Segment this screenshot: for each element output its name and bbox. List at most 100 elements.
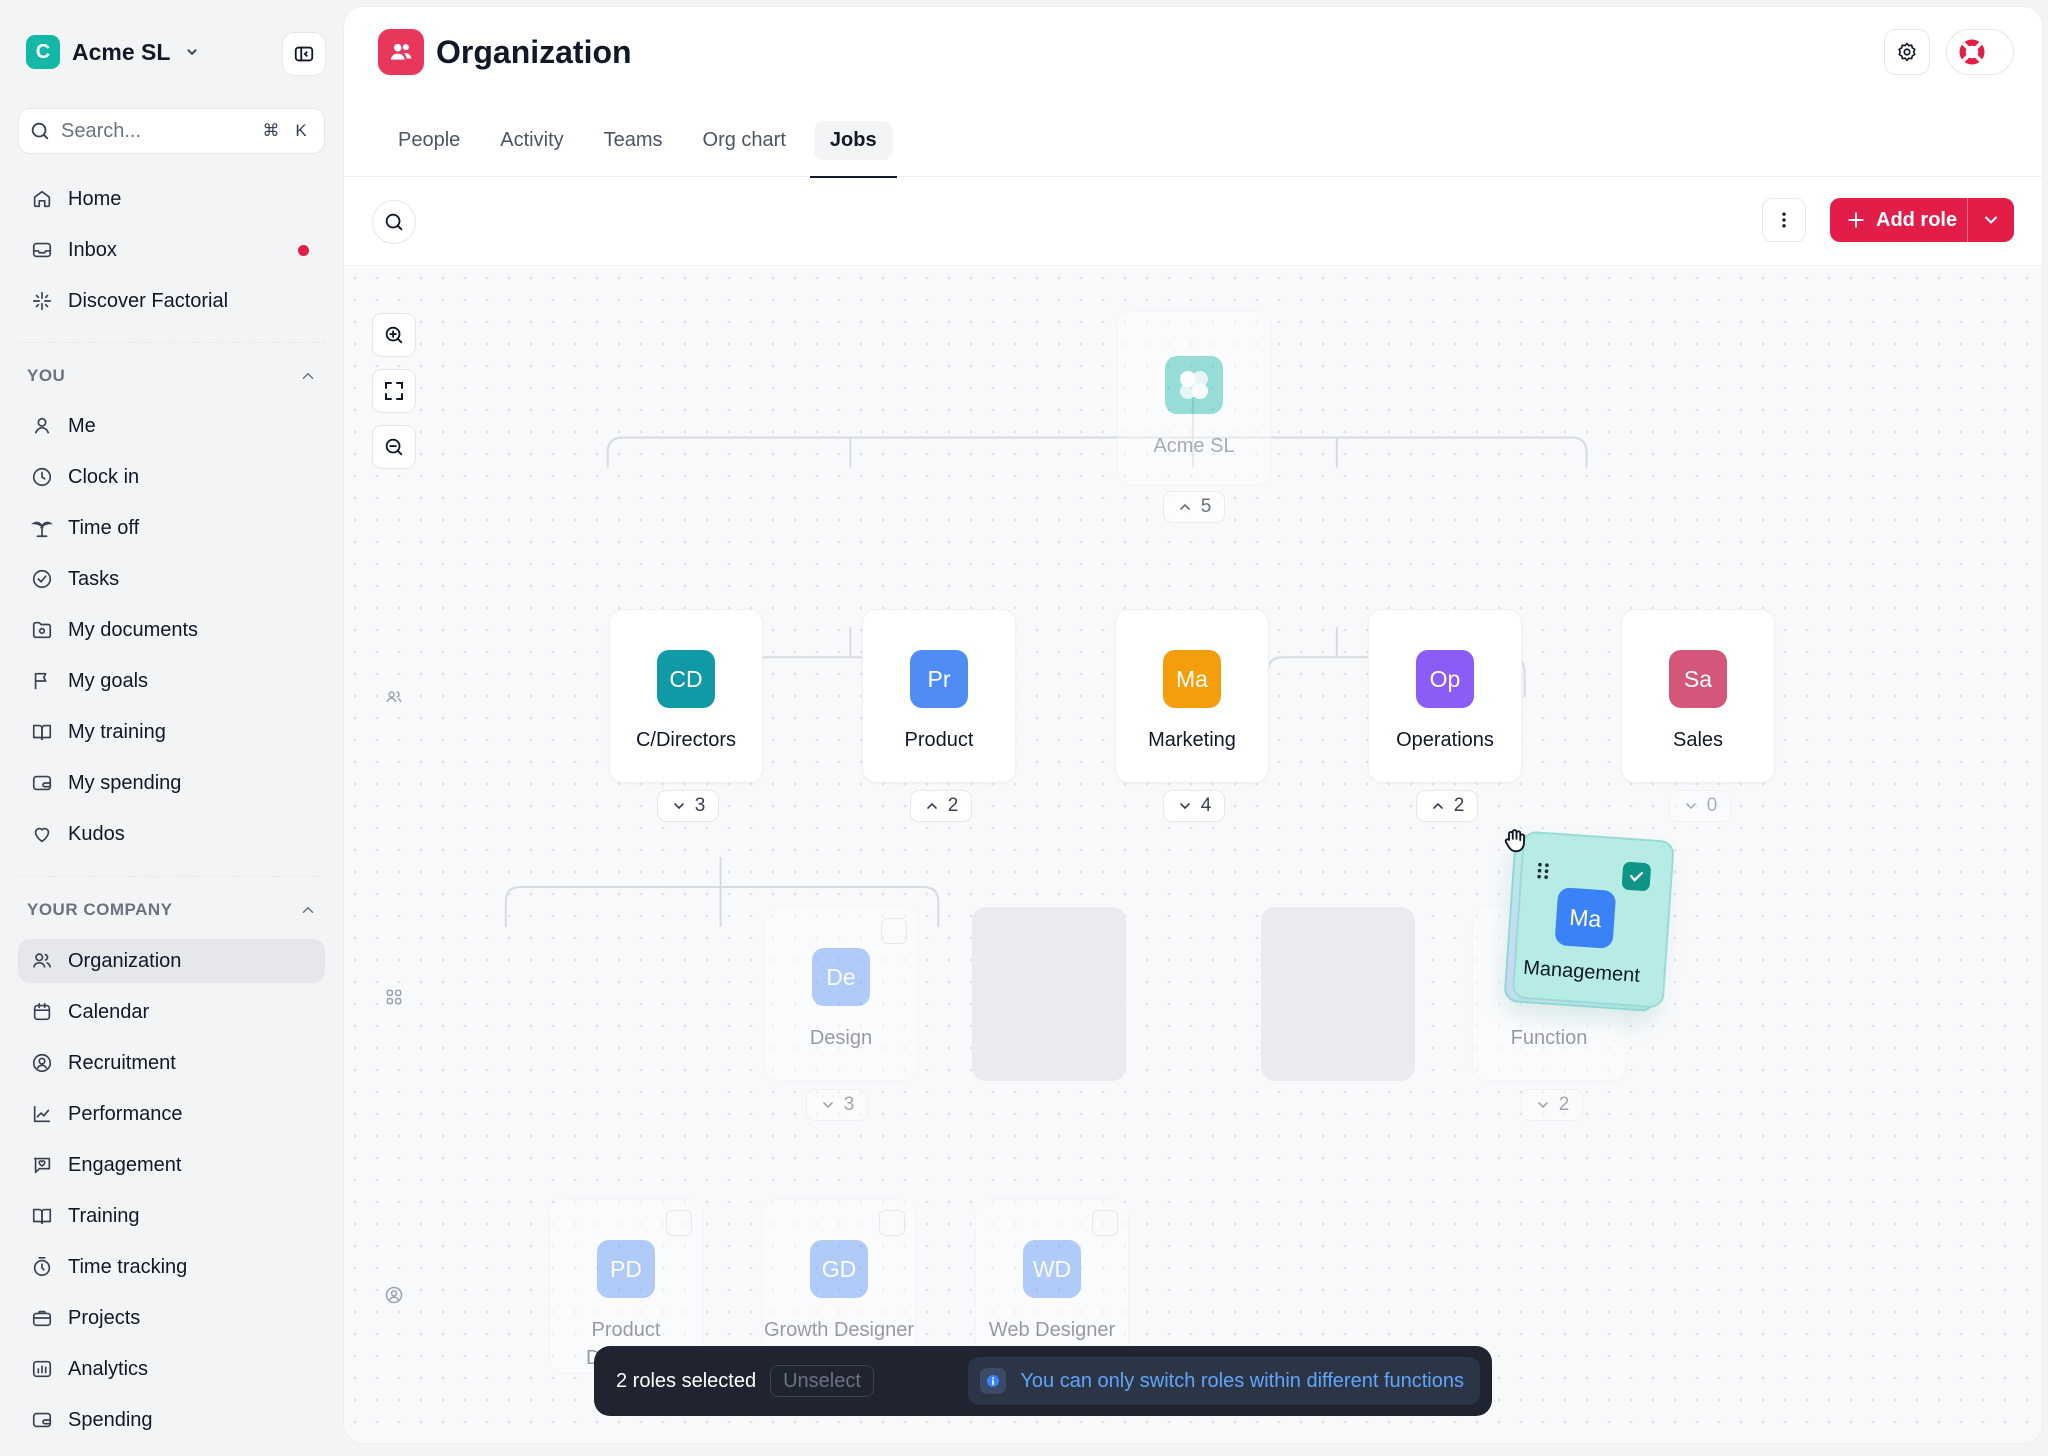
tab-label: People	[398, 129, 461, 151]
sidebar-item-me[interactable]: Me	[18, 404, 325, 448]
sidebar-toggle-icon	[294, 46, 314, 62]
home-icon	[30, 187, 54, 211]
sidebar-item-time-off[interactable]: Time off	[18, 506, 325, 550]
collapse-toggle-design[interactable]: 3	[806, 1089, 868, 1121]
chevron-down-icon	[1685, 803, 1696, 810]
select-checkbox[interactable]	[666, 1210, 692, 1236]
sidebar-item-label: My documents	[68, 618, 199, 641]
node-avatar: Sa	[1669, 650, 1727, 708]
search-button[interactable]	[372, 200, 416, 244]
main-panel: Organization People Activity Teams Org c…	[343, 6, 2043, 1444]
collapse-toggle-product[interactable]: 2	[910, 790, 972, 822]
tab-bar: People Activity Teams Org chart Jobs	[378, 115, 897, 178]
dragged-role-card[interactable]: Ma Management	[1503, 830, 1675, 1013]
tab-label: Jobs	[813, 121, 893, 160]
sidebar-item-analytics[interactable]: Analytics	[18, 1347, 325, 1391]
add-role-main[interactable]: Add role	[1830, 198, 1968, 242]
child-count: 3	[843, 1094, 855, 1115]
kebab-icon	[1782, 212, 1786, 228]
function-node-product[interactable]: Pr Product	[862, 609, 1016, 783]
select-checkbox[interactable]	[881, 918, 907, 944]
sidebar-item-tasks[interactable]: Tasks	[18, 557, 325, 601]
palm-tree-icon	[30, 516, 54, 540]
sidebar-item-training[interactable]: Training	[18, 1194, 325, 1238]
chevron-up-icon	[926, 802, 937, 809]
sidebar: C Acme SL Search... ⌘ K Home Inbox Disco…	[0, 0, 343, 1456]
expand-toggle-marketing[interactable]: 4	[1163, 790, 1225, 822]
organization-app-icon	[378, 29, 424, 75]
heart-icon	[30, 822, 54, 846]
function-node-c-directors[interactable]: CD C/Directors	[609, 609, 763, 783]
sidebar-item-clock-in[interactable]: Clock in	[18, 455, 325, 499]
settings-button[interactable]	[1884, 29, 1930, 75]
expand-toggle-c-directors[interactable]: 3	[657, 790, 719, 822]
root-collapse-toggle[interactable]: 5	[1163, 491, 1225, 523]
selected-checkbox[interactable]	[1621, 861, 1652, 892]
sidebar-item-projects[interactable]: Projects	[18, 1296, 325, 1340]
function-node-marketing[interactable]: Ma Marketing	[1115, 609, 1269, 783]
company-switcher[interactable]: C Acme SL	[26, 32, 326, 76]
chevron-down-icon	[822, 1102, 833, 1109]
expand-toggle-function[interactable]: 2	[1521, 1089, 1583, 1121]
calendar-icon	[30, 1000, 54, 1024]
selection-summary: 2 roles selected	[616, 1369, 757, 1392]
add-role-button[interactable]: Add role	[1830, 198, 2014, 242]
sidebar-item-performance[interactable]: Performance	[18, 1092, 325, 1136]
section-you[interactable]: YOU	[27, 366, 317, 386]
tab-activity[interactable]: Activity	[480, 115, 583, 177]
org-canvas[interactable]: Acme SL 5 CD C/Directors Pr Product Ma M…	[344, 267, 2042, 1443]
chevron-up-icon	[302, 372, 314, 379]
sidebar-item-spending[interactable]: Spending	[18, 1398, 325, 1442]
book-icon	[30, 720, 54, 744]
sidebar-item-kudos[interactable]: Kudos	[18, 812, 325, 856]
support-button[interactable]	[1946, 29, 2014, 75]
sidebar-item-inbox[interactable]: Inbox	[18, 228, 325, 272]
node-label: Web Designer	[988, 1319, 1116, 1341]
chevron-up-icon	[302, 906, 314, 913]
sidebar-divider	[18, 876, 325, 877]
sidebar-item-calendar[interactable]: Calendar	[18, 990, 325, 1034]
subfunction-node-design[interactable]: De Design	[764, 907, 918, 1081]
chat-heart-icon	[30, 1153, 54, 1177]
more-options-button[interactable]	[1762, 198, 1806, 242]
org-root-node[interactable]: Acme SL	[1117, 311, 1271, 485]
sidebar-item-label: Spending	[68, 1408, 153, 1431]
clock-icon	[30, 465, 54, 489]
chevron-down-icon	[1537, 1102, 1548, 1109]
sidebar-item-my-documents[interactable]: My documents	[18, 608, 325, 652]
add-role-dropdown[interactable]	[1968, 210, 2014, 230]
node-label: C/Directors	[635, 729, 736, 751]
sidebar-item-engagement[interactable]: Engagement	[18, 1143, 325, 1187]
child-count: 4	[1200, 795, 1212, 816]
child-count: 5	[1200, 496, 1212, 517]
chart-icon	[30, 1102, 54, 1126]
section-your-company[interactable]: YOUR COMPANY	[27, 900, 317, 920]
tab-jobs[interactable]: Jobs	[809, 115, 897, 178]
unselect-button[interactable]: Unselect	[770, 1365, 874, 1397]
chevron-down-icon[interactable]	[180, 40, 204, 64]
shortcut-key: K	[295, 121, 307, 140]
function-node-operations[interactable]: Op Operations	[1368, 609, 1522, 783]
sidebar-item-my-training[interactable]: My training	[18, 710, 325, 754]
select-checkbox[interactable]	[1092, 1210, 1118, 1236]
function-node-sales[interactable]: Sa Sales	[1621, 609, 1775, 783]
sidebar-item-label: Projects	[68, 1306, 141, 1329]
sidebar-item-my-spending[interactable]: My spending	[18, 761, 325, 805]
collapse-toggle-operations[interactable]: 2	[1416, 790, 1478, 822]
select-checkbox[interactable]	[879, 1210, 905, 1236]
node-label: Growth Designer	[763, 1319, 915, 1341]
sidebar-item-discover[interactable]: Discover Factorial	[18, 279, 325, 323]
drop-placeholder	[1261, 907, 1415, 1081]
sidebar-item-time-tracking[interactable]: Time tracking	[18, 1245, 325, 1289]
sidebar-item-my-goals[interactable]: My goals	[18, 659, 325, 703]
tab-people[interactable]: People	[378, 115, 480, 177]
sidebar-item-recruitment[interactable]: Recruitment	[18, 1041, 325, 1085]
collapse-sidebar-button[interactable]	[282, 32, 326, 76]
sidebar-search-input[interactable]: Search... ⌘ K	[18, 108, 325, 154]
sidebar-item-home[interactable]: Home	[18, 177, 325, 221]
expand-toggle-sales[interactable]: 0	[1669, 790, 1731, 822]
tab-org-chart[interactable]: Org chart	[683, 115, 806, 177]
tab-teams[interactable]: Teams	[584, 115, 683, 177]
sidebar-item-organization[interactable]: Organization	[18, 939, 325, 983]
section-company-label: YOUR COMPANY	[27, 900, 173, 919]
